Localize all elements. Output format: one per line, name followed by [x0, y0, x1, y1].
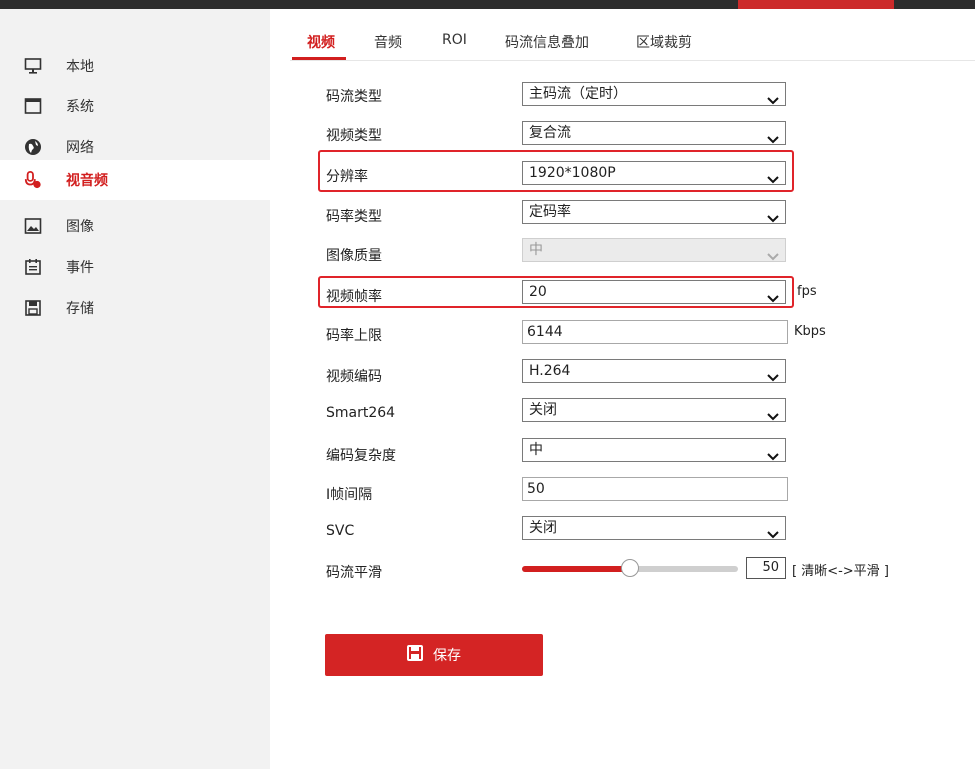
system-icon [24, 97, 42, 115]
frame-rate-unit: fps [797, 284, 817, 299]
tab-stream-info-overlay[interactable]: 码流信息叠加 [505, 32, 589, 52]
chevron-down-icon [767, 208, 779, 230]
slider-fill [522, 566, 630, 572]
chevron-down-icon [767, 367, 779, 389]
image-quality-value: 中 [529, 242, 543, 258]
image-icon [24, 217, 42, 235]
svc-value: 关闭 [529, 520, 557, 536]
smart264-label: Smart264 [326, 405, 396, 421]
stream-type-value: 主码流（定时） [529, 86, 627, 102]
monitor-icon [24, 57, 42, 75]
video-type-value: 复合流 [529, 125, 571, 141]
mic-camera-icon [24, 171, 42, 189]
tab-video[interactable]: 视频 [307, 32, 335, 52]
encoding-complexity-value: 中 [529, 442, 543, 458]
frame-rate-value: 20 [529, 284, 547, 300]
i-frame-interval-value: 50 [527, 481, 545, 497]
save-button-label: 保存 [433, 648, 461, 664]
stream-type-label: 码流类型 [326, 89, 382, 105]
top-bar-accent [738, 0, 894, 9]
chevron-down-icon [767, 169, 779, 191]
frame-rate-select[interactable]: 20 [522, 280, 786, 304]
tab-bar: 视频 音频 ROI 码流信息叠加 区域裁剪 [290, 24, 975, 61]
video-encoding-label: 视频编码 [326, 369, 382, 385]
sidebar-item-storage[interactable]: 存储 [0, 288, 270, 328]
i-frame-interval-input[interactable]: 50 [522, 477, 788, 501]
globe-icon [24, 138, 42, 156]
bitrate-type-label: 码率类型 [326, 209, 382, 225]
chevron-down-icon [767, 90, 779, 112]
bitrate-type-value: 定码率 [529, 204, 571, 220]
video-encoding-value: H.264 [529, 363, 571, 379]
svc-label: SVC [326, 523, 355, 539]
resolution-select[interactable]: 1920*1080P [522, 161, 786, 185]
sidebar-item-label: 视音频 [66, 173, 108, 189]
resolution-label: 分辨率 [326, 169, 368, 185]
sidebar-item-label: 网络 [66, 140, 94, 156]
sidebar-item-label: 存储 [66, 301, 94, 317]
sidebar-item-label: 图像 [66, 219, 94, 235]
sidebar-item-system[interactable]: 系统 [0, 86, 270, 126]
stream-smoothing-slider[interactable] [522, 559, 738, 577]
sidebar-item-image[interactable]: 图像 [0, 206, 270, 246]
tab-roi[interactable]: ROI [442, 32, 467, 48]
tab-active-indicator [292, 57, 346, 60]
stream-smoothing-hint: [ 清晰<->平滑 ] [792, 564, 889, 579]
sidebar-item-local[interactable]: 本地 [0, 46, 270, 86]
encoding-complexity-label: 编码复杂度 [326, 448, 396, 464]
save-icon [407, 645, 423, 665]
i-frame-interval-label: I帧间隔 [326, 487, 373, 503]
chevron-down-icon [767, 129, 779, 151]
chevron-down-icon [767, 446, 779, 468]
resolution-value: 1920*1080P [529, 165, 616, 181]
sidebar-item-label: 本地 [66, 59, 94, 75]
stream-smoothing-value: 50 [762, 560, 779, 575]
frame-rate-label: 视频帧率 [326, 289, 382, 305]
sidebar-item-label: 系统 [66, 99, 94, 115]
max-bitrate-unit: Kbps [794, 324, 826, 339]
sidebar-item-audio-video[interactable]: 视音频 [0, 160, 270, 200]
max-bitrate-value: 6144 [527, 324, 563, 340]
svc-select[interactable]: 关闭 [522, 516, 786, 540]
encoding-complexity-select[interactable]: 中 [522, 438, 786, 462]
tab-audio[interactable]: 音频 [374, 32, 402, 52]
video-type-select[interactable]: 复合流 [522, 121, 786, 145]
chevron-down-icon [767, 288, 779, 310]
sidebar-item-event[interactable]: 事件 [0, 247, 270, 287]
max-bitrate-label: 码率上限 [326, 328, 382, 344]
stream-type-select[interactable]: 主码流（定时） [522, 82, 786, 106]
chevron-down-icon [767, 246, 779, 268]
stream-smoothing-input[interactable]: 50 [746, 557, 786, 579]
save-button[interactable]: 保存 [325, 634, 543, 676]
top-bar [0, 0, 975, 9]
slider-thumb[interactable] [621, 559, 639, 577]
sidebar-item-label: 事件 [66, 260, 94, 276]
storage-icon [24, 299, 42, 317]
tab-region-crop[interactable]: 区域裁剪 [636, 32, 692, 52]
video-type-label: 视频类型 [326, 128, 382, 144]
event-icon [24, 258, 42, 276]
bitrate-type-select[interactable]: 定码率 [522, 200, 786, 224]
max-bitrate-input[interactable]: 6144 [522, 320, 788, 344]
image-quality-select: 中 [522, 238, 786, 262]
smart264-value: 关闭 [529, 402, 557, 418]
smart264-select[interactable]: 关闭 [522, 398, 786, 422]
video-encoding-select[interactable]: H.264 [522, 359, 786, 383]
sidebar: 本地 系统 网络 视音频 图像 事件 存储 [0, 9, 270, 769]
image-quality-label: 图像质量 [326, 248, 382, 264]
chevron-down-icon [767, 524, 779, 546]
stream-smoothing-label: 码流平滑 [326, 565, 382, 581]
chevron-down-icon [767, 406, 779, 428]
